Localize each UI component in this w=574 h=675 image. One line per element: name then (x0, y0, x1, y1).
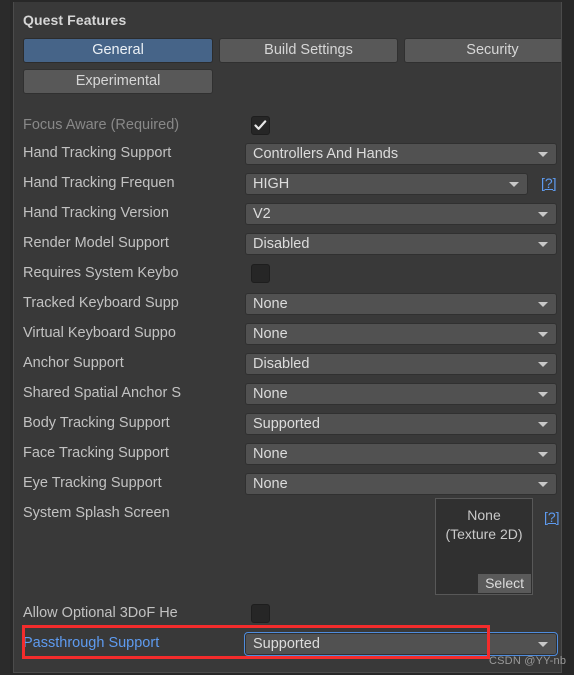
object-field-value: None (467, 507, 501, 523)
property-row: Shared Spatial Anchor S None (23, 381, 561, 407)
help-link[interactable]: [?] (544, 507, 560, 527)
property-row: Allow Optional 3DoF He (23, 601, 561, 627)
property-label: Anchor Support (23, 355, 124, 371)
chevron-down-icon (538, 362, 548, 367)
dropdown-value: Disabled (253, 356, 310, 372)
property-label: Tracked Keyboard Supp (23, 295, 179, 311)
chevron-down-icon (538, 152, 548, 157)
tab-security[interactable]: Security (404, 38, 561, 63)
property-label: Face Tracking Support (23, 445, 169, 461)
chevron-down-icon (538, 452, 548, 457)
property-row: Passthrough Support Supported (23, 631, 561, 657)
checkbox[interactable] (251, 116, 270, 135)
chevron-down-icon (538, 482, 548, 487)
object-field-type: (Texture 2D) (445, 526, 523, 542)
property-row: Focus Aware (Required) (23, 113, 561, 139)
dropdown-value: None (253, 386, 288, 402)
property-label: Virtual Keyboard Suppo (23, 325, 176, 341)
chevron-down-icon (538, 642, 548, 647)
checkbox[interactable] (251, 264, 270, 283)
dropdown-value: Supported (253, 636, 320, 652)
checkbox[interactable] (251, 604, 270, 623)
property-label: System Splash Screen (23, 505, 170, 521)
watermark: CSDN @YY-nb (489, 655, 567, 667)
property-row: Tracked Keyboard Supp None (23, 291, 561, 317)
dropdown-field[interactable]: None (245, 323, 557, 345)
dropdown-value: None (253, 446, 288, 462)
left-gutter (0, 0, 10, 675)
chevron-down-icon (538, 302, 548, 307)
chevron-down-icon (538, 422, 548, 427)
page-title: Quest Features (23, 12, 127, 28)
checkmark-icon (254, 120, 267, 130)
property-label: Shared Spatial Anchor S (23, 385, 181, 401)
property-row: Anchor Support Disabled (23, 351, 561, 377)
dropdown-field[interactable]: Disabled (245, 233, 557, 255)
select-button[interactable]: Select (478, 574, 531, 593)
tab-general[interactable]: General (23, 38, 213, 63)
property-label: Hand Tracking Support (23, 145, 172, 161)
property-label: Render Model Support (23, 235, 169, 251)
chevron-down-icon (509, 182, 519, 187)
property-row: Hand Tracking Version V2 (23, 201, 561, 227)
property-label: Eye Tracking Support (23, 475, 162, 491)
dropdown-field[interactable]: Disabled (245, 353, 557, 375)
property-label: Focus Aware (Required) (23, 117, 180, 133)
dropdown-field[interactable]: Supported (245, 633, 557, 655)
property-label: Hand Tracking Version (23, 205, 169, 221)
tab-build-settings[interactable]: Build Settings (219, 38, 398, 63)
dropdown-value: None (253, 476, 288, 492)
dropdown-value: HIGH (253, 176, 290, 192)
property-row: System Splash Screen None (Texture 2D) Sele… (23, 498, 561, 595)
help-link[interactable]: [?] (541, 173, 557, 193)
property-row: Render Model Support Disabled (23, 231, 561, 257)
dropdown-field[interactable]: None (245, 293, 557, 315)
property-label: Allow Optional 3DoF He (23, 605, 178, 621)
inspector-window: Quest Features General Build Settings Secu… (0, 0, 574, 675)
tab-experimental[interactable]: Experimental (23, 69, 213, 94)
dropdown-field[interactable]: None (245, 383, 557, 405)
dropdown-value: None (253, 296, 288, 312)
dropdown-field[interactable]: HIGH (245, 173, 528, 195)
chevron-down-icon (538, 242, 548, 247)
texture-object-field[interactable]: None (Texture 2D) Select (435, 498, 533, 595)
property-row: Requires System Keybo (23, 261, 561, 287)
dropdown-value: V2 (253, 206, 271, 222)
dropdown-value: Supported (253, 416, 320, 432)
property-row: Face Tracking Support None (23, 441, 561, 467)
property-label: Body Tracking Support (23, 415, 170, 431)
property-row: Hand Tracking Frequen HIGH [?] (23, 171, 561, 197)
property-row: Virtual Keyboard Suppo None (23, 321, 561, 347)
chevron-down-icon (538, 332, 548, 337)
dropdown-field[interactable]: V2 (245, 203, 557, 225)
property-row: Body Tracking Support Supported (23, 411, 561, 437)
property-row: Hand Tracking Support Controllers And Han… (23, 141, 561, 167)
chevron-down-icon (538, 212, 548, 217)
dropdown-field[interactable]: None (245, 443, 557, 465)
dropdown-value: Controllers And Hands (253, 146, 399, 162)
dropdown-value: None (253, 326, 288, 342)
property-label: Hand Tracking Frequen (23, 175, 175, 191)
property-label: Requires System Keybo (23, 265, 179, 281)
dropdown-field[interactable]: None (245, 473, 557, 495)
property-label: Passthrough Support (23, 635, 160, 651)
dropdown-field[interactable]: Controllers And Hands (245, 143, 557, 165)
quest-features-panel: Quest Features General Build Settings Secu… (13, 2, 562, 673)
chevron-down-icon (538, 392, 548, 397)
property-row: Eye Tracking Support None (23, 471, 561, 497)
dropdown-value: Disabled (253, 236, 310, 252)
dropdown-field[interactable]: Supported (245, 413, 557, 435)
